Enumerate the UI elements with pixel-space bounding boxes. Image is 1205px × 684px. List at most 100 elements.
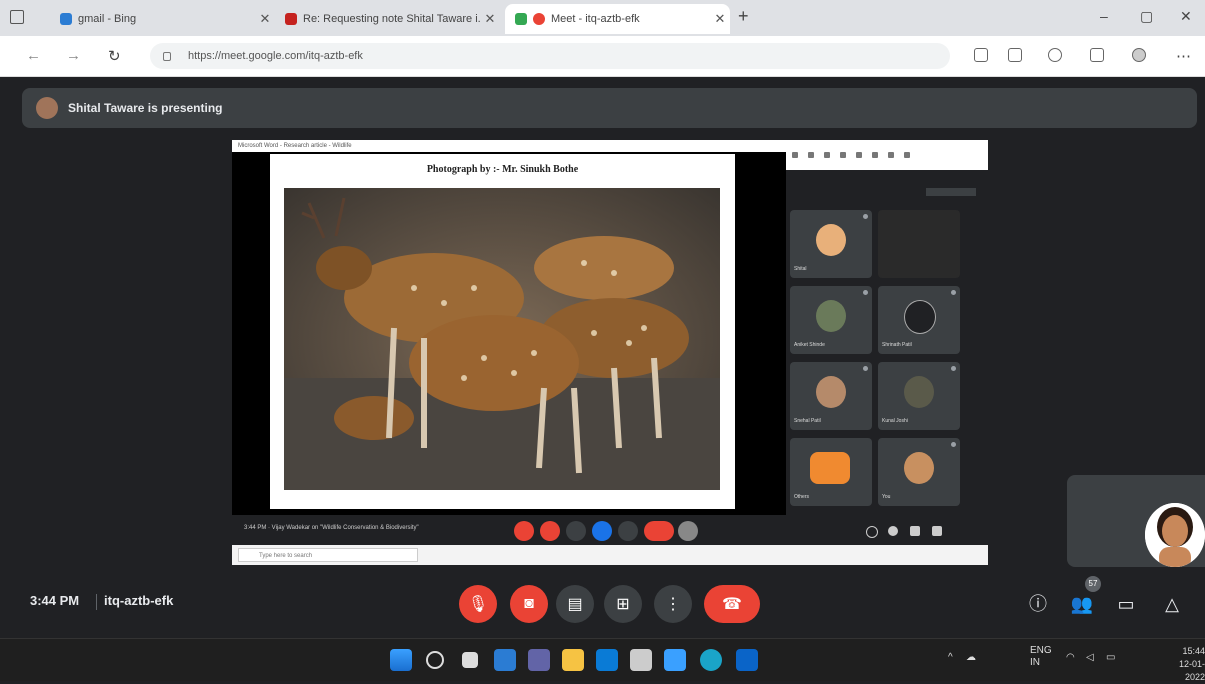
read-aloud-icon[interactable]: [1008, 48, 1022, 62]
search-icon[interactable]: [426, 651, 444, 669]
back-icon[interactable]: ←: [26, 47, 41, 64]
participant-tile: Shrinath Patil: [878, 286, 960, 354]
more-vert-icon: ⋮: [665, 596, 681, 613]
refresh-icon[interactable]: ↻: [108, 47, 121, 65]
close-icon[interactable]: ✕: [255, 11, 275, 27]
inner-meeting-info: 3:44 PM · Vijay Wadekar on "Wildlife Con…: [244, 525, 419, 531]
more-icon[interactable]: ⋯: [1176, 47, 1191, 65]
tab-bing[interactable]: gmail - Bing ✕: [50, 4, 275, 34]
tab-meet[interactable]: Meet - itq-aztb-efk ✕: [505, 4, 730, 34]
info-icon: [866, 526, 878, 538]
inner-windows-taskbar: Type here to search: [232, 545, 988, 565]
inner-toolbar: [786, 140, 988, 170]
inner-meet-panel: Shital Aniket Shinde Shrinath Patil Sneh…: [786, 140, 988, 515]
mail-icon[interactable]: [736, 649, 758, 671]
mic-off-icon: 🎙: [467, 596, 489, 613]
task-view-icon[interactable]: [462, 652, 478, 668]
avatar: [904, 376, 934, 408]
present-button[interactable]: ⊞: [604, 585, 642, 623]
people-icon[interactable]: 👥: [1070, 592, 1094, 616]
app-icon[interactable]: [664, 649, 686, 671]
mic-off-button[interactable]: 🎙: [459, 585, 497, 623]
mail-icon: [285, 13, 297, 25]
captions-icon: ▤: [567, 596, 583, 613]
leave-call-icon: [644, 521, 674, 541]
people-icon: [888, 526, 898, 536]
camera-off-button[interactable]: ◙: [510, 585, 548, 623]
participant-tile: Aniket Shinde: [790, 286, 872, 354]
inner-header: [926, 188, 976, 196]
windows-taskbar: ^ ☁ ENG IN ◠ ◁ ▭ 15:44 12-01-2022: [0, 638, 1205, 684]
participant-tile: [878, 210, 960, 278]
tab-title: Re: Requesting note Shital Taware i...: [303, 13, 480, 25]
present-icon: ⊞: [616, 596, 630, 613]
chat-icon[interactable]: ▭: [1114, 592, 1138, 616]
avatar: [904, 300, 936, 334]
participant-tile: Others: [790, 438, 872, 506]
new-tab-button[interactable]: +: [738, 6, 749, 27]
activities-icon[interactable]: △: [1160, 592, 1184, 616]
mic-off-icon: [514, 521, 534, 541]
participant-tile: You: [878, 438, 960, 506]
participant-tile: Snehal Patil: [790, 362, 872, 430]
favorites-icon[interactable]: [1048, 48, 1062, 62]
onedrive-icon[interactable]: ☁: [966, 652, 976, 663]
info-icon[interactable]: ⓘ: [1026, 592, 1050, 616]
close-window-icon[interactable]: ✕: [1180, 8, 1192, 25]
maximize-icon[interactable]: ▢: [1140, 8, 1153, 25]
tray-chevron-icon[interactable]: ^: [948, 652, 953, 663]
store-icon[interactable]: [596, 649, 618, 671]
dropbox-icon[interactable]: [630, 649, 652, 671]
camera-off-icon: [540, 521, 560, 541]
lang-indicator[interactable]: ENG IN: [1030, 645, 1052, 669]
more-options-button[interactable]: ⋮: [654, 585, 692, 623]
tab-title: gmail - Bing: [78, 13, 137, 25]
forward-icon[interactable]: →: [66, 47, 81, 64]
recording-icon: [533, 13, 545, 25]
inner-search-box: Type here to search: [238, 548, 418, 562]
captions-icon: [566, 521, 586, 541]
bing-icon: [60, 13, 72, 25]
window-title: Microsoft Word - Research article - Wild…: [232, 140, 786, 152]
inner-control-strip: 3:44 PM · Vijay Wadekar on "Wildlife Con…: [232, 515, 988, 545]
captions-button[interactable]: ▤: [556, 585, 594, 623]
presenting-text: Shital Taware is presenting: [68, 101, 223, 115]
avatar: [36, 97, 58, 119]
teams-chat-icon[interactable]: [528, 649, 550, 671]
deer-photo: [284, 188, 720, 490]
file-explorer-icon[interactable]: [562, 649, 584, 671]
close-icon[interactable]: ✕: [710, 11, 730, 27]
browser-tab-bar: gmail - Bing ✕ Re: Requesting note Shita…: [0, 0, 1205, 36]
address-bar-row: ← → ↻ https://meet.google.com/itq-aztb-e…: [0, 36, 1205, 77]
participant-tile: Kunal Joshi: [878, 362, 960, 430]
avatar: [816, 224, 846, 256]
system-clock[interactable]: 15:44 12-01-2022: [1160, 645, 1205, 684]
camera-off-icon: ◙: [524, 595, 534, 612]
participant-tile: Shital: [790, 210, 872, 278]
meet-icon: [515, 13, 527, 25]
check-icon: [678, 521, 698, 541]
collections-icon[interactable]: [1090, 48, 1104, 62]
volume-icon[interactable]: ◁: [1086, 652, 1094, 663]
self-view-tile[interactable]: [1067, 475, 1205, 567]
avatar: [904, 452, 934, 484]
person-photo: [1145, 503, 1205, 567]
wifi-icon[interactable]: ◠: [1066, 652, 1075, 663]
shared-screen: Microsoft Word - Research article - Wild…: [232, 140, 988, 565]
close-icon[interactable]: ✕: [480, 11, 500, 27]
divider: [96, 594, 97, 610]
profile-icon[interactable]: [1132, 48, 1146, 62]
minimize-icon[interactable]: –: [1100, 8, 1108, 24]
tab-actions-icon[interactable]: [10, 10, 24, 24]
edge-icon[interactable]: [700, 649, 722, 671]
leave-call-button[interactable]: ☎: [704, 585, 760, 623]
widgets-icon[interactable]: [494, 649, 516, 671]
camera-icon[interactable]: [974, 48, 988, 62]
document-window: Microsoft Word - Research article - Wild…: [232, 140, 786, 515]
battery-icon[interactable]: ▭: [1106, 652, 1115, 663]
avatar: [816, 376, 846, 408]
start-icon[interactable]: [390, 649, 412, 671]
tab-mail[interactable]: Re: Requesting note Shital Taware i... ✕: [275, 4, 500, 34]
document-page: Photograph by :- Mr. Sinukh Bothe: [270, 154, 735, 509]
url-input[interactable]: https://meet.google.com/itq-aztb-efk: [150, 43, 950, 69]
